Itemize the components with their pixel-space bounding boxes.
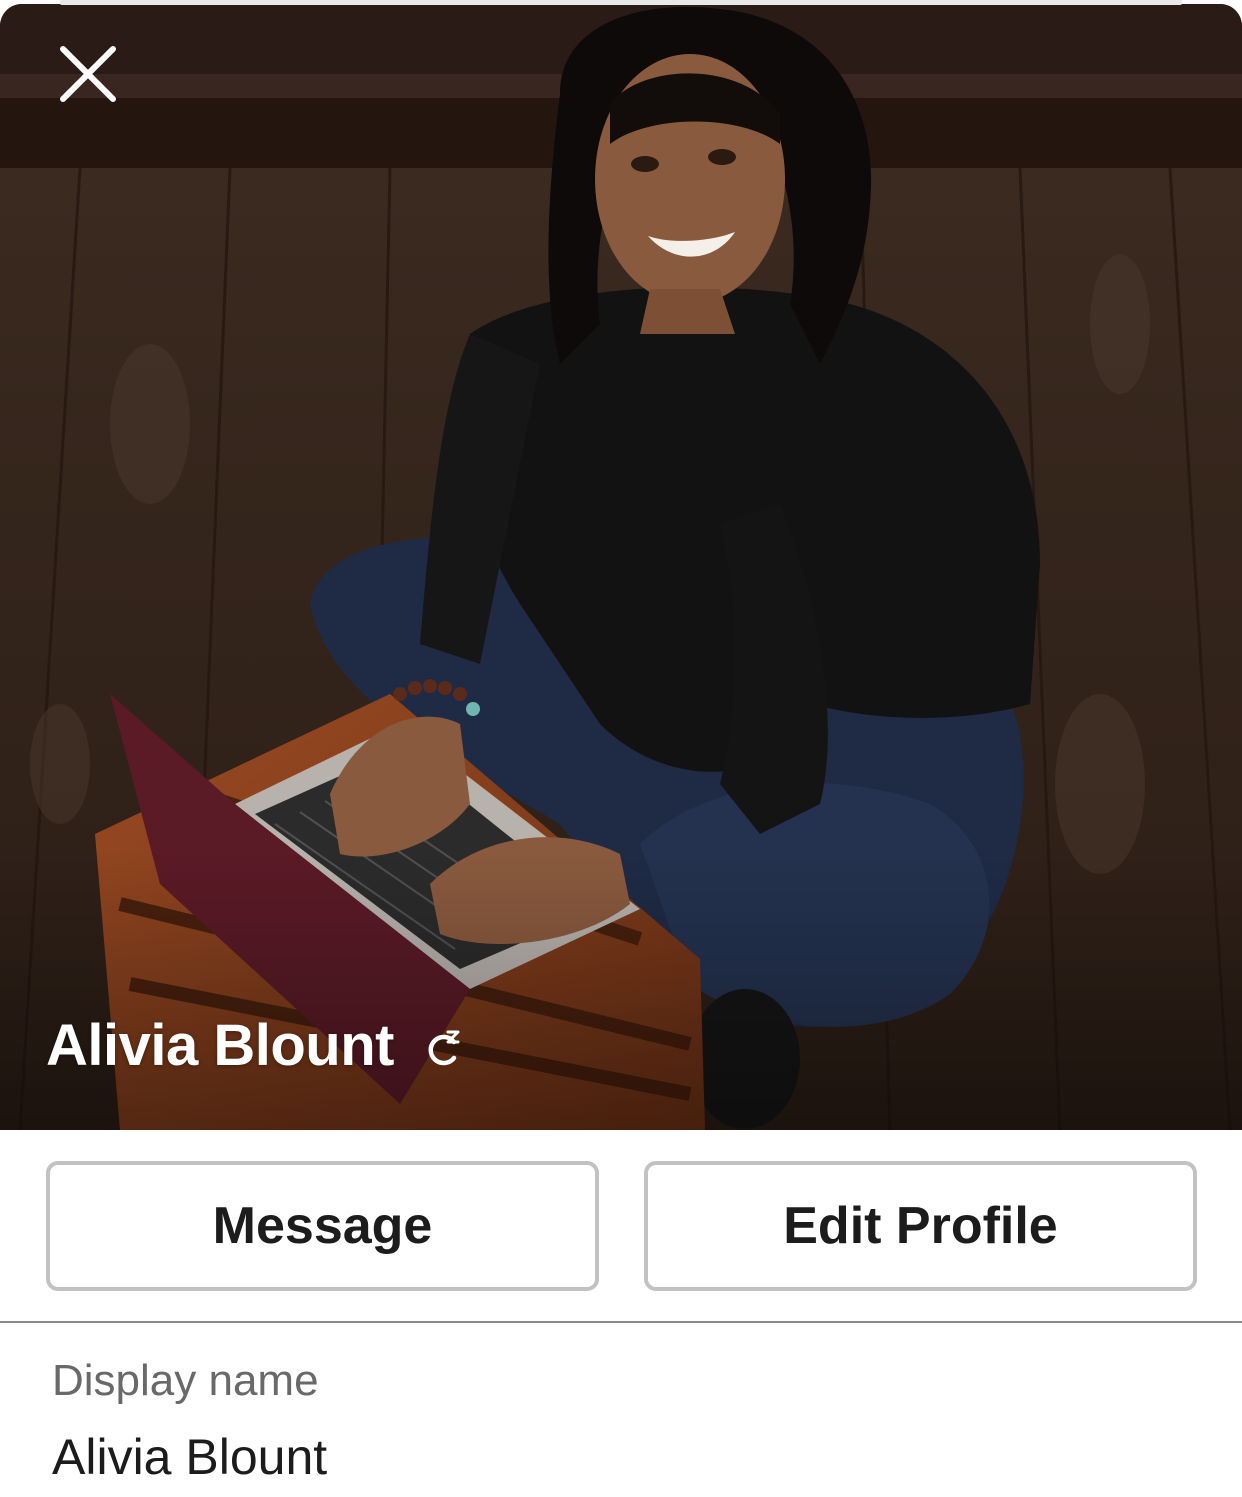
message-button[interactable]: Message (46, 1161, 599, 1291)
sleeping-status-icon (428, 1030, 460, 1065)
profile-photo-header: Alivia Blount (0, 4, 1242, 1130)
section-divider (0, 1321, 1242, 1323)
display-name-value: Alivia Blount (52, 1429, 328, 1485)
close-icon (60, 46, 116, 102)
edit-profile-button[interactable]: Edit Profile (644, 1161, 1197, 1291)
close-button[interactable] (52, 38, 124, 110)
profile-name-row: Alivia Blount (46, 1012, 464, 1079)
profile-name: Alivia Blount (46, 1013, 394, 1078)
profile-actions: Message Edit Profile (46, 1161, 1197, 1291)
profile-photo (0, 4, 1242, 1130)
display-name-label: Display name (52, 1356, 319, 1405)
sheet-handle (60, 0, 1182, 5)
